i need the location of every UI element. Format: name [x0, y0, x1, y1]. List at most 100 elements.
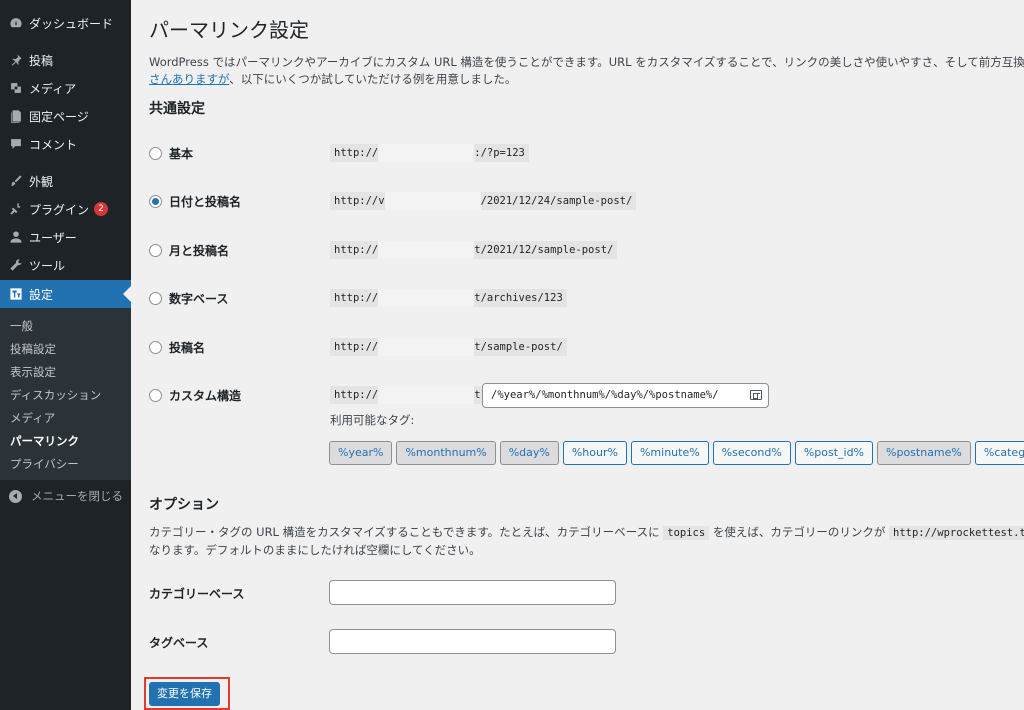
redacted-domain — [384, 192, 481, 210]
radio-month-name[interactable] — [149, 243, 162, 257]
option-label: カスタム構造 — [169, 388, 242, 403]
option-label: 月と投稿名 — [169, 243, 230, 258]
inline-code: topics — [663, 526, 710, 540]
option-row-day-name[interactable]: 日付と投稿名 — [149, 191, 241, 211]
inline-code: http://wprockettest.test/topics/ — [889, 526, 1024, 540]
option-label: 基本 — [169, 146, 194, 161]
menu-item-dashboard[interactable]: ダッシュボード — [0, 9, 131, 37]
menu-item-comments[interactable]: コメント — [0, 130, 131, 158]
comment-icon — [9, 137, 23, 151]
collapse-menu-button[interactable]: メニューを閉じる — [0, 484, 131, 508]
redacted-domain — [378, 289, 475, 307]
option-label: 日付と投稿名 — [169, 194, 242, 209]
main-content: パーマリンク設定 WordPress ではパーマリンクやアーカイブにカスタム U… — [131, 0, 1024, 710]
options-description: カテゴリー・タグの URL 構造をカスタマイズすることもできます。たとえば、カテ… — [149, 524, 1024, 559]
custom-structure-input[interactable]: /%year%/%monthnum%/%day%/%postname%/ — [482, 383, 769, 408]
example-url-post-name: http://t/sample-post/ — [330, 338, 567, 356]
radio-post-name[interactable] — [149, 340, 162, 354]
tag-button-monthnum[interactable]: %monthnum% — [396, 441, 496, 465]
redacted-domain — [378, 241, 475, 259]
wrench-icon — [9, 258, 23, 272]
tag-button-minute[interactable]: %minute% — [630, 441, 709, 465]
submenu-item-reading[interactable]: 表示設定 — [10, 362, 56, 382]
save-changes-button[interactable]: 変更を保存 — [149, 682, 220, 706]
user-icon — [9, 230, 23, 244]
menu-label: コメント — [29, 137, 78, 152]
options-heading: オプション — [149, 497, 219, 513]
intro-link[interactable]: さんありますが — [149, 72, 229, 86]
tag-button-year[interactable]: %year% — [329, 441, 393, 465]
tag-button-day[interactable]: %day% — [499, 441, 559, 465]
option-label: 投稿名 — [169, 340, 206, 355]
submenu-item-discussion[interactable]: ディスカッション — [10, 385, 101, 405]
example-url-custom: http://t — [330, 386, 485, 404]
category-base-label: カテゴリーベース — [149, 587, 245, 601]
menu-item-appearance[interactable]: 外観 — [0, 167, 131, 195]
tag-button-category[interactable]: %category% — [974, 441, 1024, 465]
menu-label: 投稿 — [29, 53, 54, 68]
menu-item-tools[interactable]: ツール — [0, 251, 131, 279]
id-card-icon — [750, 390, 762, 400]
tag-button-hour[interactable]: %hour% — [562, 441, 627, 465]
option-row-month-name[interactable]: 月と投稿名 — [149, 240, 229, 260]
intro-text: WordPress ではパーマリンクやアーカイブにカスタム URL 構造を使うこ… — [149, 54, 1024, 88]
plugin-icon — [9, 202, 23, 216]
radio-numeric[interactable] — [149, 291, 162, 305]
dashboard-icon — [9, 16, 23, 30]
common-settings-heading: 共通設定 — [149, 101, 205, 117]
available-tags-label: 利用可能なタグ: — [330, 413, 415, 427]
admin-sidebar: ダッシュボード 投稿 メディア 固定ページ コメント 外観 プラグイン 2 ユー… — [0, 0, 131, 710]
menu-item-plugins[interactable]: プラグイン 2 — [0, 195, 131, 223]
menu-item-media[interactable]: メディア — [0, 74, 131, 102]
pin-icon — [9, 53, 23, 67]
submenu-item-permalinks[interactable]: パーマリンク — [10, 431, 79, 451]
example-url-month-name: http://t/2021/12/sample-post/ — [330, 241, 618, 259]
menu-label: ダッシュボード — [29, 16, 114, 31]
settings-icon — [9, 287, 23, 301]
menu-label: ユーザー — [29, 230, 77, 245]
collapse-label: メニューを閉じる — [31, 489, 123, 503]
tag-button-postname[interactable]: %postname% — [877, 441, 971, 465]
redacted-domain — [378, 386, 475, 404]
settings-submenu: 一般 投稿設定 表示設定 ディスカッション メディア パーマリンク プライバシー — [0, 308, 131, 480]
tag-base-label: タグベース — [149, 636, 209, 650]
menu-label: プラグイン — [29, 202, 90, 217]
option-row-plain[interactable]: 基本 — [149, 143, 193, 163]
intro-prefix: WordPress ではパーマリンクやアーカイブにカスタム URL 構造を使うこ… — [149, 55, 1024, 69]
submenu-item-privacy[interactable]: プライバシー — [10, 454, 79, 474]
brush-icon — [9, 174, 23, 188]
menu-label: 固定ページ — [29, 109, 89, 124]
menu-label: 外観 — [29, 174, 54, 189]
available-tags: %year% %monthnum% %day% %hour% %minute% … — [329, 441, 1024, 465]
radio-custom[interactable] — [149, 388, 162, 402]
submenu-item-media[interactable]: メディア — [10, 408, 55, 428]
menu-item-users[interactable]: ユーザー — [0, 223, 131, 251]
submenu-item-writing[interactable]: 投稿設定 — [10, 339, 56, 359]
page-title: パーマリンク設定 — [149, 18, 309, 42]
example-url-numeric: http://t/archives/123 — [330, 289, 567, 307]
media-icon — [9, 81, 23, 95]
radio-day-name[interactable] — [149, 194, 162, 208]
radio-plain[interactable] — [149, 146, 162, 160]
category-base-input[interactable] — [329, 580, 616, 605]
redacted-domain — [378, 338, 475, 356]
page-icon — [9, 109, 23, 123]
submenu-item-general[interactable]: 一般 — [10, 316, 33, 336]
menu-item-pages[interactable]: 固定ページ — [0, 102, 131, 130]
menu-item-posts[interactable]: 投稿 — [0, 46, 131, 74]
menu-item-settings[interactable]: 設定 — [0, 280, 131, 308]
redacted-domain — [378, 144, 475, 162]
update-count-badge: 2 — [94, 202, 109, 216]
option-row-post-name[interactable]: 投稿名 — [149, 337, 205, 357]
menu-label: ツール — [29, 258, 66, 273]
example-url-day-name: http://v/2021/12/24/sample-post/ — [330, 192, 637, 210]
example-url-plain: http://:/?p=123 — [330, 144, 529, 162]
tag-button-post-id[interactable]: %post_id% — [794, 441, 874, 465]
option-row-numeric[interactable]: 数字ベース — [149, 288, 228, 308]
tag-base-input[interactable] — [329, 629, 616, 654]
tag-button-second[interactable]: %second% — [712, 441, 791, 465]
menu-label: メディア — [29, 81, 77, 96]
collapse-arrow-icon — [9, 489, 22, 503]
option-label: 数字ベース — [169, 291, 229, 306]
option-row-custom[interactable]: カスタム構造 — [149, 385, 241, 405]
